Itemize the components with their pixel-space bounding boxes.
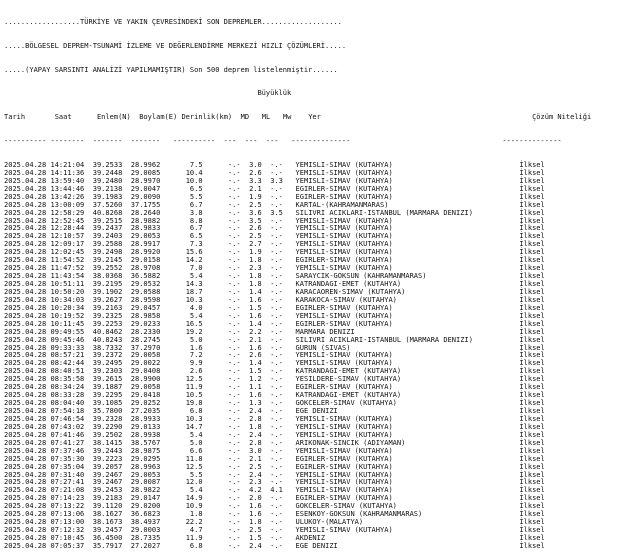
col-saat: Saat [54,112,72,122]
cell-derinlik: 6.8 [168,540,203,550]
cell-cozum: İlksel [519,540,545,550]
magnitude-group-header: Büyüklük [4,89,591,97]
header-subtitle: .....BÖLGESEL DEPREM-TSUNAMİ İZLEME VE D… [4,40,347,50]
earthquake-rows: 2025.04.28 14:21:04 39.2533 28.9962 7.5 … [4,160,591,550]
header-title: ..................TÜRKİYE VE YAKIN ÇEVRE… [4,16,342,26]
earthquake-list: ..................TÜRKİYE VE YAKIN ÇEVRE… [4,2,591,558]
col-cozum: Çözüm Niteliği [532,112,592,122]
cell-md: -.- [227,540,241,550]
col-md: MD [240,112,250,122]
cell-mw: -.- [270,540,283,550]
col-enlem: Enlem(N) [96,112,131,122]
header-note: .....(YAPAY SARSINTI ANALİZİ YAPILMAMIŞT… [4,64,338,74]
cell-ml: 2.4 [249,540,262,550]
column-header-row: Tarih Saat Enlem(N) Boylam(E) Derinlik(k… [4,113,591,121]
cell-tarih: 2025.04.28 [4,540,47,550]
separator-row: ---------- -------- ------- ------- ----… [4,136,562,146]
col-derinlik: Derinlik(km) [181,112,233,122]
cell-yer: EGE DENIZI [295,540,507,550]
table-row: 2025.04.28 07:05:37 35.7917 27.2027 6.8 … [4,540,591,550]
cell-boylam: 27.2027 [130,540,161,550]
cell-enlem: 35.7917 [92,540,123,550]
cell-saat: 07:05:37 [50,540,85,550]
col-ml: ML [261,112,271,122]
col-yer: Yer [308,112,321,122]
buyukluk-label: Büyüklük [257,88,292,98]
col-boylam: Boylam(E) [139,112,178,122]
col-tarih: Tarih [4,112,26,122]
